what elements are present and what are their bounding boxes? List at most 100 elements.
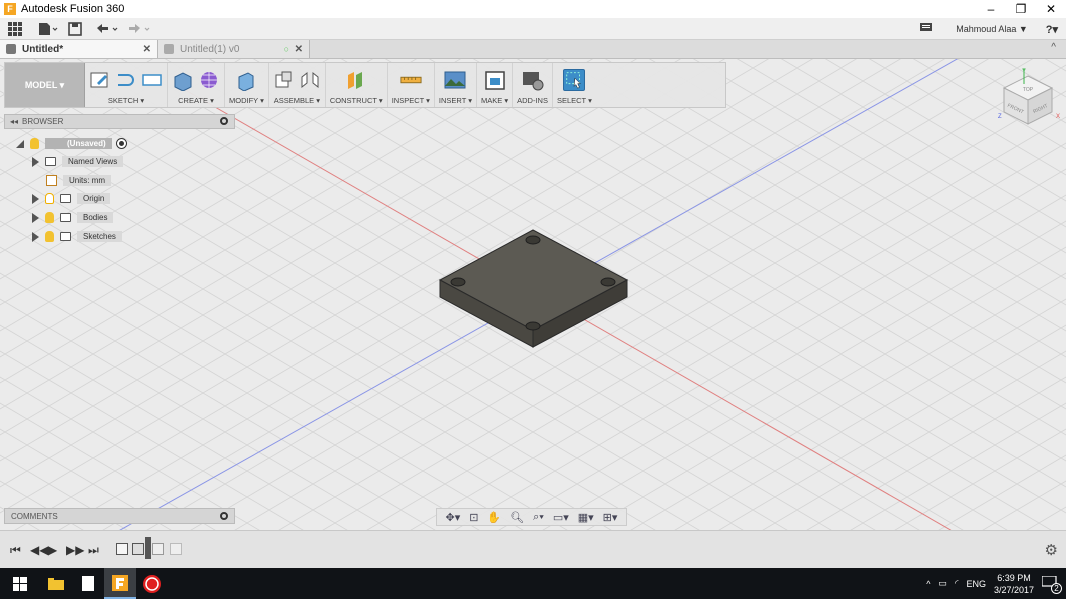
step-forward-icon[interactable]: ▶▶ (66, 543, 84, 557)
tree-item-label[interactable]: Sketches (77, 231, 122, 242)
file-menu-icon[interactable] (38, 18, 58, 40)
joint-icon[interactable] (299, 69, 321, 91)
timeline-sketch-feature[interactable] (116, 543, 128, 555)
timeline-marker[interactable] (145, 537, 151, 559)
look-at-icon[interactable]: ⊡ (469, 511, 478, 524)
wifi-icon[interactable]: ◜ (955, 578, 959, 589)
hole-top[interactable] (525, 235, 541, 245)
timeline-sketch-feature-2[interactable] (152, 543, 164, 555)
visibility-bulb-icon[interactable] (30, 138, 39, 149)
workspace-switcher[interactable]: MODEL ▾ (5, 63, 85, 107)
tree-item-label[interactable]: Bodies (77, 212, 114, 223)
file-explorer-icon[interactable] (40, 568, 72, 599)
display-settings-icon[interactable]: ▭▾ (553, 511, 569, 524)
tree-item-bodies[interactable]: Bodies (32, 210, 114, 225)
extrude-icon[interactable] (172, 69, 194, 91)
timeline-extrude-feature[interactable] (132, 543, 144, 555)
collapse-triangle-icon[interactable] (16, 139, 24, 148)
visibility-bulb-off-icon[interactable] (45, 193, 54, 204)
expand-triangle-icon[interactable] (32, 231, 39, 242)
insert-menu[interactable]: INSERT ▾ (439, 96, 472, 105)
new-component-icon[interactable] (273, 69, 295, 91)
assemble-menu[interactable]: ASSEMBLE ▾ (274, 96, 320, 105)
close-tab-icon[interactable]: ✕ (143, 44, 151, 55)
viewports-icon[interactable]: ⊞▾ (603, 511, 618, 524)
measure-icon[interactable] (400, 69, 422, 91)
addins-group[interactable]: ADD-INS (513, 63, 553, 107)
plate-top-face[interactable] (438, 229, 629, 331)
hole-bottom[interactable] (525, 321, 541, 331)
pan-hand-icon[interactable]: ✋ (487, 511, 501, 524)
clock[interactable]: 6:39 PM 3/27/2017 (994, 572, 1034, 596)
hole-left[interactable] (450, 277, 466, 287)
close-button[interactable]: ✕ (1036, 0, 1066, 18)
tree-root-label[interactable]: (Unsaved) (45, 138, 112, 149)
timeline-settings-gear-icon[interactable]: ⚙ (1045, 541, 1058, 559)
visibility-bulb-icon[interactable] (45, 231, 54, 242)
create-sketch-icon[interactable] (89, 69, 111, 91)
pin-icon[interactable] (220, 512, 228, 520)
line-tool-icon[interactable] (115, 69, 137, 91)
tree-item-units[interactable]: Units: mm (46, 173, 111, 188)
play-icon[interactable]: ▶ (48, 543, 57, 557)
tree-item-label[interactable]: Origin (77, 193, 111, 204)
canvas-viewport[interactable] (0, 59, 1066, 530)
tree-item-label[interactable]: Named Views (62, 156, 124, 167)
windows-start-icon[interactable] (0, 568, 40, 599)
expand-triangle-icon[interactable] (32, 156, 39, 167)
tree-root[interactable]: (Unsaved) (16, 136, 127, 151)
hole-right[interactable] (600, 277, 616, 287)
insert-group[interactable]: INSERT ▾ (435, 63, 477, 107)
tab-untitled-1[interactable]: Untitled(1) v0 ○ ✕ (158, 40, 310, 58)
save-icon[interactable] (68, 18, 82, 40)
select-group[interactable]: SELECT ▾ (553, 63, 596, 107)
tab-untitled[interactable]: Untitled* ✕ (0, 40, 158, 58)
comments-panel-header[interactable]: COMMENTS (4, 508, 235, 524)
create-group[interactable]: CREATE ▾ (168, 63, 225, 107)
offset-plane-icon[interactable] (345, 69, 367, 91)
modify-menu[interactable]: MODIFY ▾ (229, 96, 264, 105)
assemble-group[interactable]: ASSEMBLE ▾ (269, 63, 326, 107)
grid-settings-icon[interactable]: ▦▾ (578, 511, 594, 524)
tree-item-origin[interactable]: Origin (32, 191, 111, 206)
press-pull-icon[interactable] (235, 69, 257, 91)
expand-triangle-icon[interactable] (32, 193, 39, 204)
show-hidden-icons-icon[interactable]: ^ (926, 579, 930, 589)
zoom-window-icon[interactable]: ⌕▾ (533, 511, 544, 524)
battery-icon[interactable]: ▭ (938, 578, 947, 589)
sketch-menu[interactable]: SKETCH ▾ (108, 96, 144, 105)
collapse-toolbar-icon[interactable]: ^ (1051, 42, 1056, 53)
data-panel-grid-icon[interactable] (8, 18, 22, 40)
job-status-icon[interactable] (920, 22, 933, 36)
rectangle-tool-icon[interactable] (141, 69, 163, 91)
tree-item-label[interactable]: Units: mm (63, 175, 111, 186)
construct-group[interactable]: CONSTRUCT ▾ (326, 63, 388, 107)
zoom-icon[interactable]: 🔍︎ (510, 511, 524, 524)
expand-triangle-icon[interactable] (32, 212, 39, 223)
tree-item-sketches[interactable]: Sketches (32, 229, 122, 244)
insert-image-icon[interactable] (444, 69, 466, 91)
view-cube[interactable]: TOP FRONT RIGHT Y X Z (996, 66, 1060, 130)
collapse-browser-icon[interactable]: ◂◂ (10, 117, 18, 126)
minimize-button[interactable]: – (976, 0, 1006, 18)
undo-icon[interactable] (96, 18, 122, 40)
help-menu[interactable]: ?▾ (1046, 23, 1058, 36)
viewcube-top-label[interactable]: TOP (1023, 87, 1034, 93)
redo-icon[interactable] (128, 18, 154, 40)
modify-group[interactable]: MODIFY ▾ (225, 63, 269, 107)
construct-menu[interactable]: CONSTRUCT ▾ (330, 96, 383, 105)
create-menu[interactable]: CREATE ▾ (178, 96, 214, 105)
form-sphere-icon[interactable] (198, 69, 220, 91)
close-tab-icon[interactable]: ✕ (295, 44, 303, 55)
addins-menu[interactable]: ADD-INS (517, 96, 548, 105)
language-indicator[interactable]: ENG (966, 579, 986, 589)
model-body[interactable] (0, 59, 1066, 530)
go-to-end-icon[interactable]: ⏭ (88, 543, 99, 558)
select-tool-icon[interactable] (563, 69, 586, 91)
tree-item-named-views[interactable]: Named Views (32, 154, 124, 169)
user-account-menu[interactable]: Mahmoud Alaa ▼ (956, 24, 1027, 34)
make-menu[interactable]: MAKE ▾ (481, 96, 508, 105)
inspect-menu[interactable]: INSPECT ▾ (392, 96, 430, 105)
scripts-addins-icon[interactable] (522, 69, 544, 91)
document-app-icon[interactable] (72, 568, 104, 599)
